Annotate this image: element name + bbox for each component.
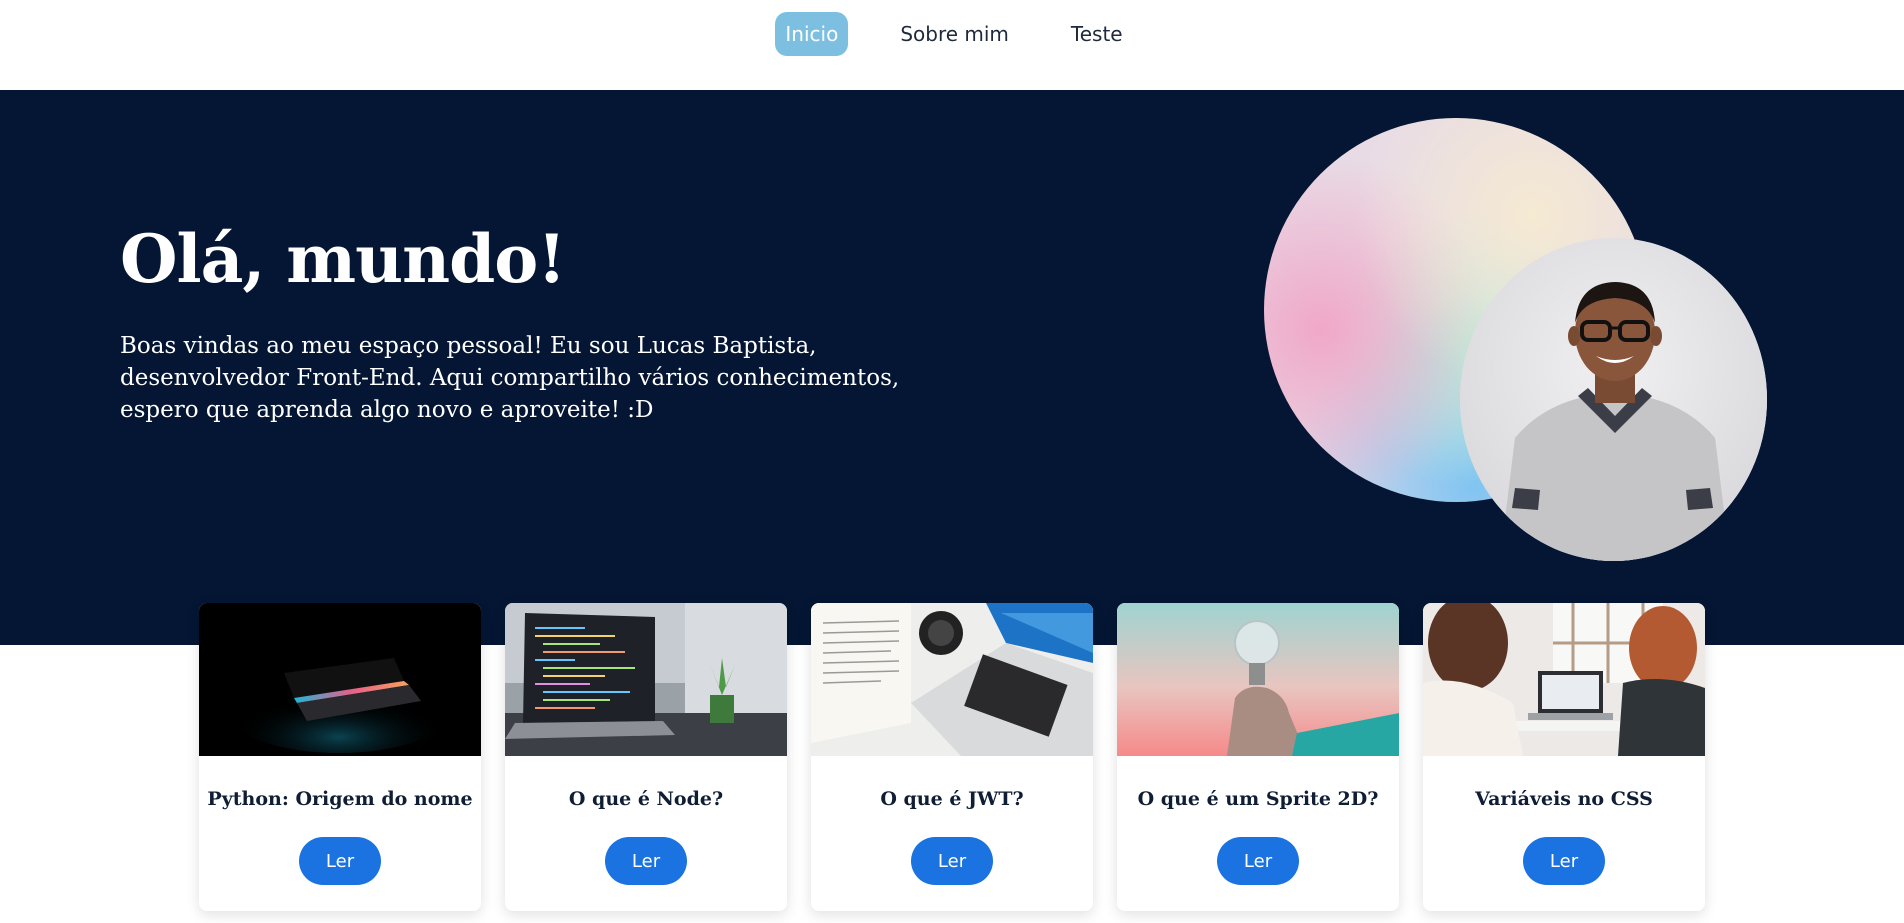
article-card: Python: Origem do nome Ler	[199, 603, 481, 911]
article-card: O que é JWT? Ler	[811, 603, 1093, 911]
card-title: O que é JWT?	[880, 788, 1024, 810]
read-button[interactable]: Ler	[1523, 837, 1605, 885]
read-button[interactable]: Ler	[911, 837, 993, 885]
article-card: O que é um Sprite 2D? Ler	[1117, 603, 1399, 911]
nav-link-sobre-mim[interactable]: Sobre mim	[890, 12, 1019, 56]
read-button[interactable]: Ler	[299, 837, 381, 885]
article-card: Variáveis no CSS Ler	[1423, 603, 1705, 911]
read-button[interactable]: Ler	[605, 837, 687, 885]
top-navigation: Inicio Sobre mim Teste	[0, 0, 1904, 90]
laptop-code-desk-image	[505, 603, 787, 756]
nav-link-inicio[interactable]: Inicio	[775, 12, 849, 56]
lightbulb-hand-image	[1117, 603, 1399, 756]
hero-section: Olá, mundo! Boas vindas ao meu espaço pe…	[0, 90, 1904, 645]
card-title: Variáveis no CSS	[1475, 788, 1653, 810]
article-card: O que é Node? Ler	[505, 603, 787, 911]
card-title: O que é Node?	[568, 788, 724, 810]
read-button[interactable]: Ler	[1217, 837, 1299, 885]
people-laptop-office-image	[1423, 603, 1705, 756]
article-cards: Python: Origem do nome Ler O que é Node?…	[199, 603, 1705, 911]
nav-links: Inicio Sobre mim Teste	[775, 12, 1132, 56]
card-title: Python: Origem do nome	[207, 788, 473, 810]
card-title: O que é um Sprite 2D?	[1137, 788, 1379, 810]
laptop-documents-camera-image	[811, 603, 1093, 756]
hero-intro-text: Boas vindas ao meu espaço pessoal! Eu so…	[120, 333, 900, 423]
laptop-dark-glow-image	[199, 603, 481, 756]
hero-title: Olá, mundo!	[120, 220, 566, 298]
nav-link-teste[interactable]: Teste	[1061, 12, 1133, 56]
profile-photo	[1460, 238, 1767, 561]
